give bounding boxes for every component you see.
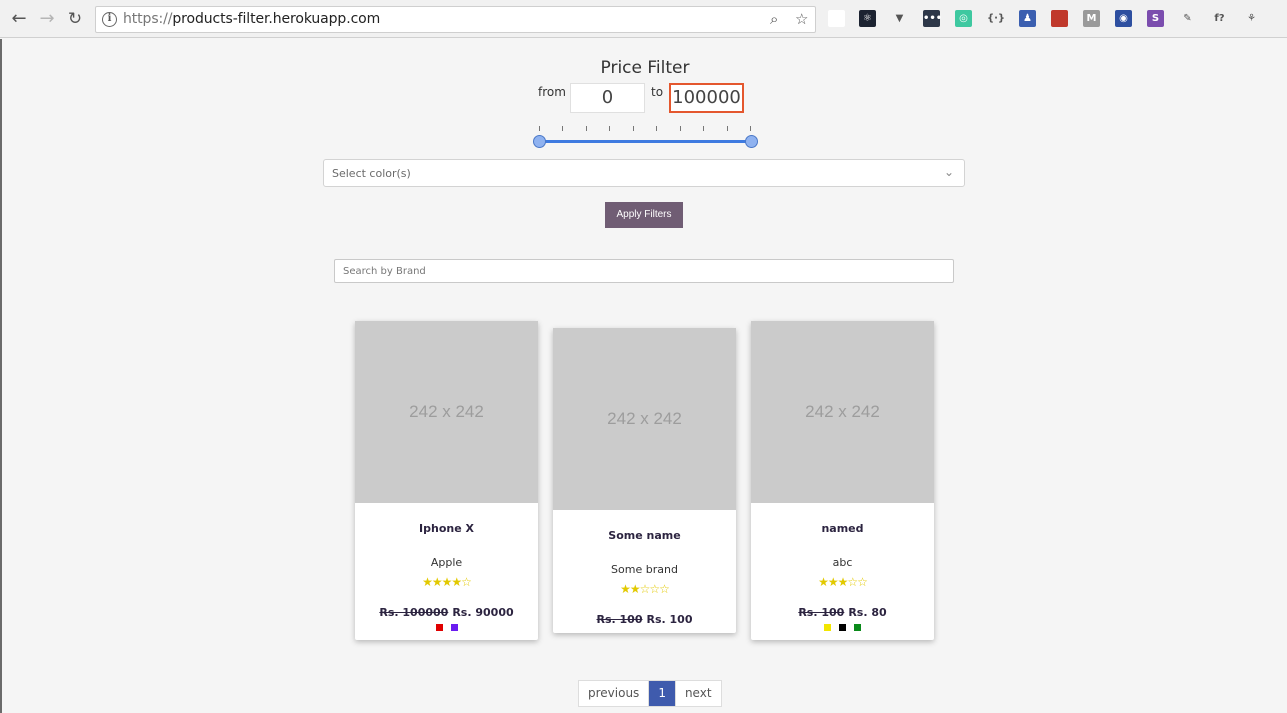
- slider-min-handle[interactable]: [533, 135, 546, 148]
- original-price: Rs. 100: [596, 613, 643, 626]
- url-text[interactable]: https://products-filter.herokuapp.com: [123, 11, 380, 27]
- rating-stars: ★★★★☆: [422, 575, 472, 589]
- color-swatch: [435, 624, 443, 631]
- sale-price: Rs. 100: [646, 613, 693, 626]
- product-name: Iphone X: [419, 522, 474, 535]
- sale-price: Rs. 90000: [452, 606, 514, 619]
- price-range-slider[interactable]: [532, 123, 758, 148]
- slider-tick: [680, 126, 681, 131]
- product-image-placeholder: 242 x 242: [751, 321, 934, 503]
- slider-tick: [750, 126, 751, 131]
- person-icon[interactable]: ♟: [1019, 10, 1036, 27]
- slider-tick: [586, 126, 587, 131]
- from-label: from: [538, 85, 566, 99]
- product-name: Some name: [608, 529, 681, 542]
- zoom-icon[interactable]: ⌕: [770, 10, 778, 28]
- color-swatch: [450, 624, 458, 631]
- back-arrow-icon[interactable]: ←: [9, 9, 29, 29]
- color-swatch: [824, 624, 831, 631]
- color-swatch: [839, 624, 846, 631]
- original-price: Rs. 100000: [379, 606, 449, 619]
- eyedropper-icon[interactable]: ✎: [1179, 10, 1196, 27]
- slider-track[interactable]: [539, 140, 751, 143]
- reload-icon[interactable]: ↻: [65, 9, 85, 29]
- apply-filters-button[interactable]: Apply Filters: [605, 202, 683, 228]
- product-price: Rs. 100000 Rs. 90000: [355, 606, 538, 620]
- s-icon[interactable]: S: [1147, 10, 1164, 27]
- product-card[interactable]: 242 x 242 named abc ★★★☆☆ Rs. 100 Rs. 80: [751, 321, 934, 640]
- product-price: Rs. 100 Rs. 100: [553, 613, 736, 627]
- m-icon[interactable]: M: [1083, 10, 1100, 27]
- code-icon[interactable]: {·}: [987, 10, 1005, 27]
- slider-tick: [609, 126, 610, 131]
- forward-arrow-icon[interactable]: →: [37, 9, 57, 29]
- price-to-input[interactable]: 100000: [669, 83, 744, 113]
- slider-tick: [656, 126, 657, 131]
- original-price: Rs. 100: [798, 606, 845, 619]
- dots-icon[interactable]: •••: [923, 10, 942, 27]
- bookmark-star-icon[interactable]: ☆: [795, 10, 808, 28]
- f-icon[interactable]: f?: [1211, 10, 1228, 27]
- product-image-placeholder: 242 x 242: [553, 328, 736, 510]
- brand-search-placeholder: Search by Brand: [343, 266, 426, 277]
- chevron-down-icon[interactable]: ⌄: [944, 165, 954, 179]
- product-brand: Apple: [430, 556, 463, 569]
- ext-jz[interactable]: [828, 10, 845, 27]
- color-select-placeholder: Select color(s): [332, 167, 411, 180]
- slider-max-handle[interactable]: [745, 135, 758, 148]
- slider-tick: [727, 126, 728, 131]
- color-swatches: [751, 624, 934, 634]
- book-icon[interactable]: [1051, 10, 1068, 27]
- slider-tick: [539, 126, 540, 131]
- react-devtools-icon[interactable]: ⚛: [859, 10, 876, 27]
- circle-icon[interactable]: ◎: [955, 10, 972, 27]
- color-swatch: [854, 624, 861, 631]
- github-icon[interactable]: ◉: [1115, 10, 1132, 27]
- tree-icon[interactable]: ⚘: [1243, 10, 1260, 27]
- product-name: named: [821, 522, 864, 535]
- product-card[interactable]: 242 x 242 Iphone X Apple ★★★★☆ Rs. 10000…: [355, 321, 538, 640]
- slider-tick: [633, 126, 634, 131]
- page-1-button[interactable]: 1: [649, 681, 675, 706]
- product-brand: abc: [832, 556, 853, 569]
- to-label: to: [651, 85, 664, 99]
- color-select[interactable]: Select color(s) ⌄: [323, 159, 965, 187]
- product-card[interactable]: 242 x 242 Some name Some brand ★★☆☆☆ Rs.…: [553, 328, 736, 633]
- color-swatches: [355, 624, 538, 634]
- previous-page-button[interactable]: previous: [579, 681, 650, 706]
- price-filter-title: Price Filter: [600, 58, 690, 78]
- rating-stars: ★★★☆☆: [818, 575, 868, 589]
- product-price: Rs. 100 Rs. 80: [751, 606, 934, 620]
- pagination: previous 1 next: [578, 680, 722, 707]
- product-brand: Some brand: [611, 563, 678, 576]
- color-swatches: [553, 631, 736, 641]
- rating-stars: ★★☆☆☆: [620, 582, 670, 596]
- address-bar[interactable]: i https://products-filter.herokuapp.com …: [95, 6, 816, 33]
- browser-toolbar: ← → ↻ i https://products-filter.herokuap…: [0, 0, 1287, 38]
- price-from-input[interactable]: 0: [570, 83, 645, 113]
- info-icon[interactable]: i: [102, 12, 117, 27]
- brand-search-input[interactable]: Search by Brand: [334, 259, 954, 283]
- slider-tick: [703, 126, 704, 131]
- vue-devtools-icon[interactable]: ▼: [891, 10, 908, 27]
- sale-price: Rs. 80: [848, 606, 887, 619]
- page: Price Filter from 0 to 100000 Select col…: [2, 39, 1287, 713]
- product-image-placeholder: 242 x 242: [355, 321, 538, 503]
- next-page-button[interactable]: next: [674, 681, 721, 706]
- slider-tick: [562, 126, 563, 131]
